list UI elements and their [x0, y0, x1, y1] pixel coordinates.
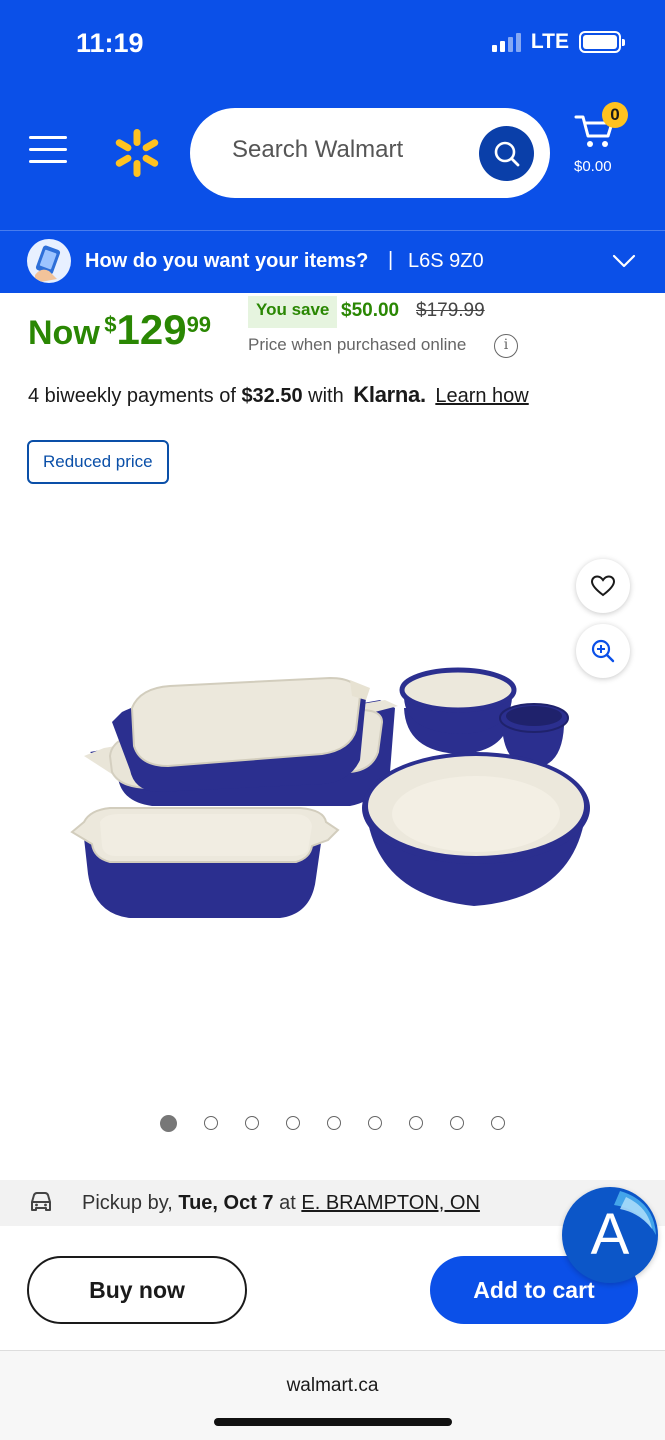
pickup-text: Pickup by, Tue, Oct 7 at E. BRAMPTON, ON [82, 1192, 480, 1215]
price-note: Price when purchased online [248, 335, 467, 354]
assistant-button[interactable]: A [562, 1187, 658, 1283]
pickup-store-link[interactable]: E. BRAMPTON, ON [301, 1192, 480, 1214]
network-label: LTE [530, 30, 569, 53]
status-time: 11:19 [76, 28, 144, 58]
car-icon [31, 1192, 51, 1211]
cart-total: $0.00 [574, 158, 612, 175]
cart-count-badge: 0 [602, 102, 628, 128]
carousel-dot[interactable] [368, 1116, 382, 1130]
klarna-payment-line: 4 biweekly payments of $32.50 with Klarn… [28, 382, 529, 408]
carousel-dot[interactable] [160, 1115, 177, 1132]
small-baking-dish [70, 807, 340, 918]
status-indicators: LTE [491, 30, 625, 54]
product-image[interactable] [60, 660, 605, 930]
pickup-date: Tue, Oct 7 [178, 1192, 274, 1214]
delivery-separator: | [388, 249, 394, 271]
menu-icon[interactable] [29, 136, 67, 166]
learn-how-link[interactable]: Learn how [435, 385, 528, 407]
price-currency: $ [104, 311, 117, 337]
carousel-dot[interactable] [245, 1116, 259, 1130]
price-cents: 99 [186, 311, 212, 337]
walmart-spark-logo[interactable] [112, 128, 162, 178]
cart-button[interactable]: 0 $0.00 [570, 100, 630, 180]
delivery-selector[interactable]: How do you want your items? | L6S 9Z0 [0, 230, 665, 293]
stacked-bowls [399, 667, 517, 754]
klarna-with: with [302, 385, 350, 407]
buy-now-button[interactable]: Buy now [27, 1256, 247, 1324]
klarna-prefix: 4 biweekly payments of [28, 385, 242, 407]
fluted-pie-dish [362, 752, 590, 906]
was-price: $179.99 [416, 300, 485, 321]
price-whole: 129 [116, 306, 187, 353]
pickup-prefix: Pickup by, [82, 1192, 179, 1214]
info-icon[interactable]: i [494, 334, 518, 358]
chevron-down-icon [612, 254, 636, 268]
pickup-at: at [273, 1192, 302, 1214]
favorite-button[interactable] [576, 559, 630, 613]
signal-icon [491, 32, 521, 52]
search-input[interactable] [232, 136, 462, 164]
search-button[interactable] [479, 126, 534, 181]
app-header: 11:19 LTE Search Walmart 0 $0.00 How do … [0, 0, 665, 293]
save-amount: $50.00 [341, 300, 400, 321]
klarna-logo: Klarna. [353, 382, 426, 407]
image-carousel-dots [160, 1115, 505, 1132]
carousel-dot[interactable] [286, 1116, 300, 1130]
carousel-dot[interactable] [204, 1116, 218, 1130]
home-indicator[interactable] [214, 1418, 452, 1426]
klarna-amount: $32.50 [241, 385, 303, 407]
search-bar[interactable] [190, 108, 550, 198]
you-save-label: You save [248, 296, 338, 328]
postal-code: L6S 9Z0 [408, 250, 484, 272]
battery-icon [579, 31, 625, 53]
carousel-dot[interactable] [450, 1116, 464, 1130]
heart-icon [590, 575, 616, 597]
assistant-letter-icon: A [590, 1202, 630, 1267]
carousel-dot[interactable] [409, 1116, 423, 1130]
reduced-price-badge: Reduced price [27, 440, 169, 484]
delivery-question: How do you want your items? [85, 250, 369, 272]
browser-url-bar[interactable]: walmart.ca [0, 1350, 665, 1440]
current-price: Now $12999 [28, 306, 211, 354]
carousel-dot[interactable] [491, 1116, 505, 1130]
delivery-phone-icon [27, 239, 71, 283]
medium-baking-dish [112, 676, 370, 792]
search-icon [494, 141, 519, 166]
carousel-dot[interactable] [327, 1116, 341, 1130]
now-label: Now [28, 314, 100, 352]
url-text: walmart.ca [286, 1375, 379, 1396]
